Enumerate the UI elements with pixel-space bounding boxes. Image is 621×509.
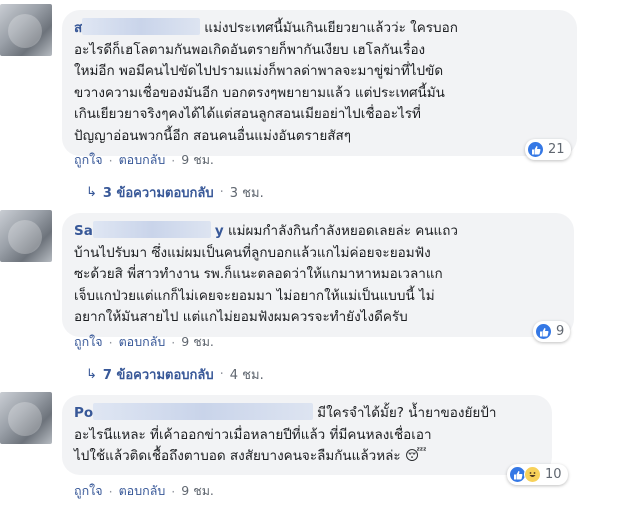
separator: · <box>108 152 113 168</box>
comment-actions: ถูกใจ · ตอบกลับ · 9 ชม. <box>74 150 214 170</box>
replies-timestamp: 3 ชม. <box>229 186 264 201</box>
reaction-summary[interactable]: 21 <box>525 139 571 160</box>
comment-text-line: อะไรดีก็เฮโลตามกันพอเกิดอันตรายก็พากันเง… <box>74 41 426 58</box>
comment-author[interactable]: Sa y <box>74 221 224 239</box>
reply-link[interactable]: ตอบกลับ <box>119 150 166 170</box>
comment-bubble: Po มีใครจำได้มั้ย? น้ำยาของยัยป้า อะไรนีแ… <box>62 395 552 475</box>
comment-text-line: ใหม่อีก พอมีคนไปขัดไปปรามแม่งก็พาลด่าพาล… <box>74 63 444 79</box>
comment-text-line: อะไรนีแหละ ที่เค้าออกข่าวเมื่อหลายปีที่แ… <box>74 426 432 443</box>
comment-text-line: อยากให้มันสายไป แต่แกไม่ยอมฟังผมควรจะทำย… <box>74 309 408 325</box>
like-link[interactable]: ถูกใจ <box>74 332 103 352</box>
comment-text-line: ขวางความเชื่อของมันอีก บอกตรงๆพยายามแล้ว… <box>74 84 445 101</box>
comment-author[interactable]: ส <box>74 18 204 36</box>
comment-timestamp[interactable]: 9 ชม. <box>181 481 214 501</box>
replies-count-link[interactable]: 7 ข้อความตอบกลับ <box>103 364 214 385</box>
separator: · <box>108 334 113 350</box>
like-link[interactable]: ถูกใจ <box>74 150 103 170</box>
like-reaction-icon <box>535 323 552 340</box>
like-link[interactable]: ถูกใจ <box>74 481 103 501</box>
avatar[interactable] <box>0 4 52 56</box>
replies-timestamp: 4 ชม. <box>229 368 264 383</box>
avatar[interactable] <box>0 392 52 444</box>
comment-text-line: มีใครจำได้มั้ย? น้ำยาของยัยป้า <box>317 405 497 421</box>
haha-reaction-icon <box>524 466 541 483</box>
sleepy-emoji-icon: 😴 <box>404 448 427 464</box>
comment-text-line: แม่งประเทศนี้มันเกินเยียวยาแล้วว่ะ ใครบอ… <box>204 20 458 36</box>
separator: · <box>171 483 176 499</box>
like-reaction-icon <box>527 141 544 158</box>
comment-text-line: ปัญญาอ่อนพวกนี้อีก สอนคนอื่นแม่งอันตรายส… <box>74 127 351 144</box>
reply-link[interactable]: ตอบกลับ <box>119 332 166 352</box>
reaction-count: 10 <box>545 467 562 482</box>
replies-count-link[interactable]: 3 ข้อความตอบกลับ <box>103 182 214 203</box>
comment-timestamp[interactable]: 9 ชม. <box>181 332 214 352</box>
redacted-name <box>93 403 314 420</box>
avatar[interactable] <box>0 210 52 262</box>
reaction-summary[interactable]: 9 <box>533 321 571 342</box>
comment-bubble: สแม่งประเทศนี้มันเกินเยียวยาแล้วว่ะ ใครบ… <box>62 10 577 156</box>
view-replies[interactable]: ↳ 7 ข้อความตอบกลับ · 4 ชม. <box>86 364 264 385</box>
view-replies[interactable]: ↳ 3 ข้อความตอบกลับ · 3 ชม. <box>86 182 264 203</box>
reaction-count: 21 <box>548 142 565 157</box>
separator: · <box>171 334 176 350</box>
comment-text-line: บ้านไปรับมา ซึ่งแม่ผมเป็นคนที่ลูกบอกแล้ว… <box>74 244 431 261</box>
comment-timestamp[interactable]: 9 ชม. <box>181 150 214 170</box>
separator: · <box>108 483 113 499</box>
separator: · <box>171 152 176 168</box>
separator: · <box>219 367 224 382</box>
comment-text-line: ไปใช้แล้วติดเชื้อถึงตาบอด สงสัยบางคนจะลื… <box>74 448 401 464</box>
comment-bubble: Sa y แม่ผมกำลังกินกำลังหยอดเลยล่ะ คนแถว บ… <box>62 213 574 337</box>
redacted-name <box>92 221 211 238</box>
comment-text-line: แม่ผมกำลังกินกำลังหยอดเลยล่ะ คนแถว <box>227 223 459 239</box>
reaction-summary[interactable]: 10 <box>507 464 568 485</box>
comment-text-line: เกินเยียวยาจริงๆคงได้ได้แต่สอนลูกสอนเมีย… <box>74 106 421 122</box>
reaction-count: 9 <box>556 324 565 339</box>
comment-actions: ถูกใจ · ตอบกลับ · 9 ชม. <box>74 332 214 352</box>
comment-text-line: ซะด้วยสิ พี่สาวทำงาน รพ.ก็แนะตลอดว่าให้แ… <box>74 266 443 282</box>
reply-arrow-icon: ↳ <box>86 367 97 382</box>
comment-actions: ถูกใจ · ตอบกลับ · 9 ชม. <box>74 481 214 501</box>
separator: · <box>219 185 224 200</box>
comment-text-line: เจ็บแกป่วยแต่แกก็ไม่เคยจะยอมมา ไม่อยากให… <box>74 287 435 304</box>
comment-author[interactable]: Po <box>74 403 317 421</box>
reply-link[interactable]: ตอบกลับ <box>119 481 166 501</box>
reply-arrow-icon: ↳ <box>86 185 97 200</box>
redacted-name <box>82 18 201 35</box>
